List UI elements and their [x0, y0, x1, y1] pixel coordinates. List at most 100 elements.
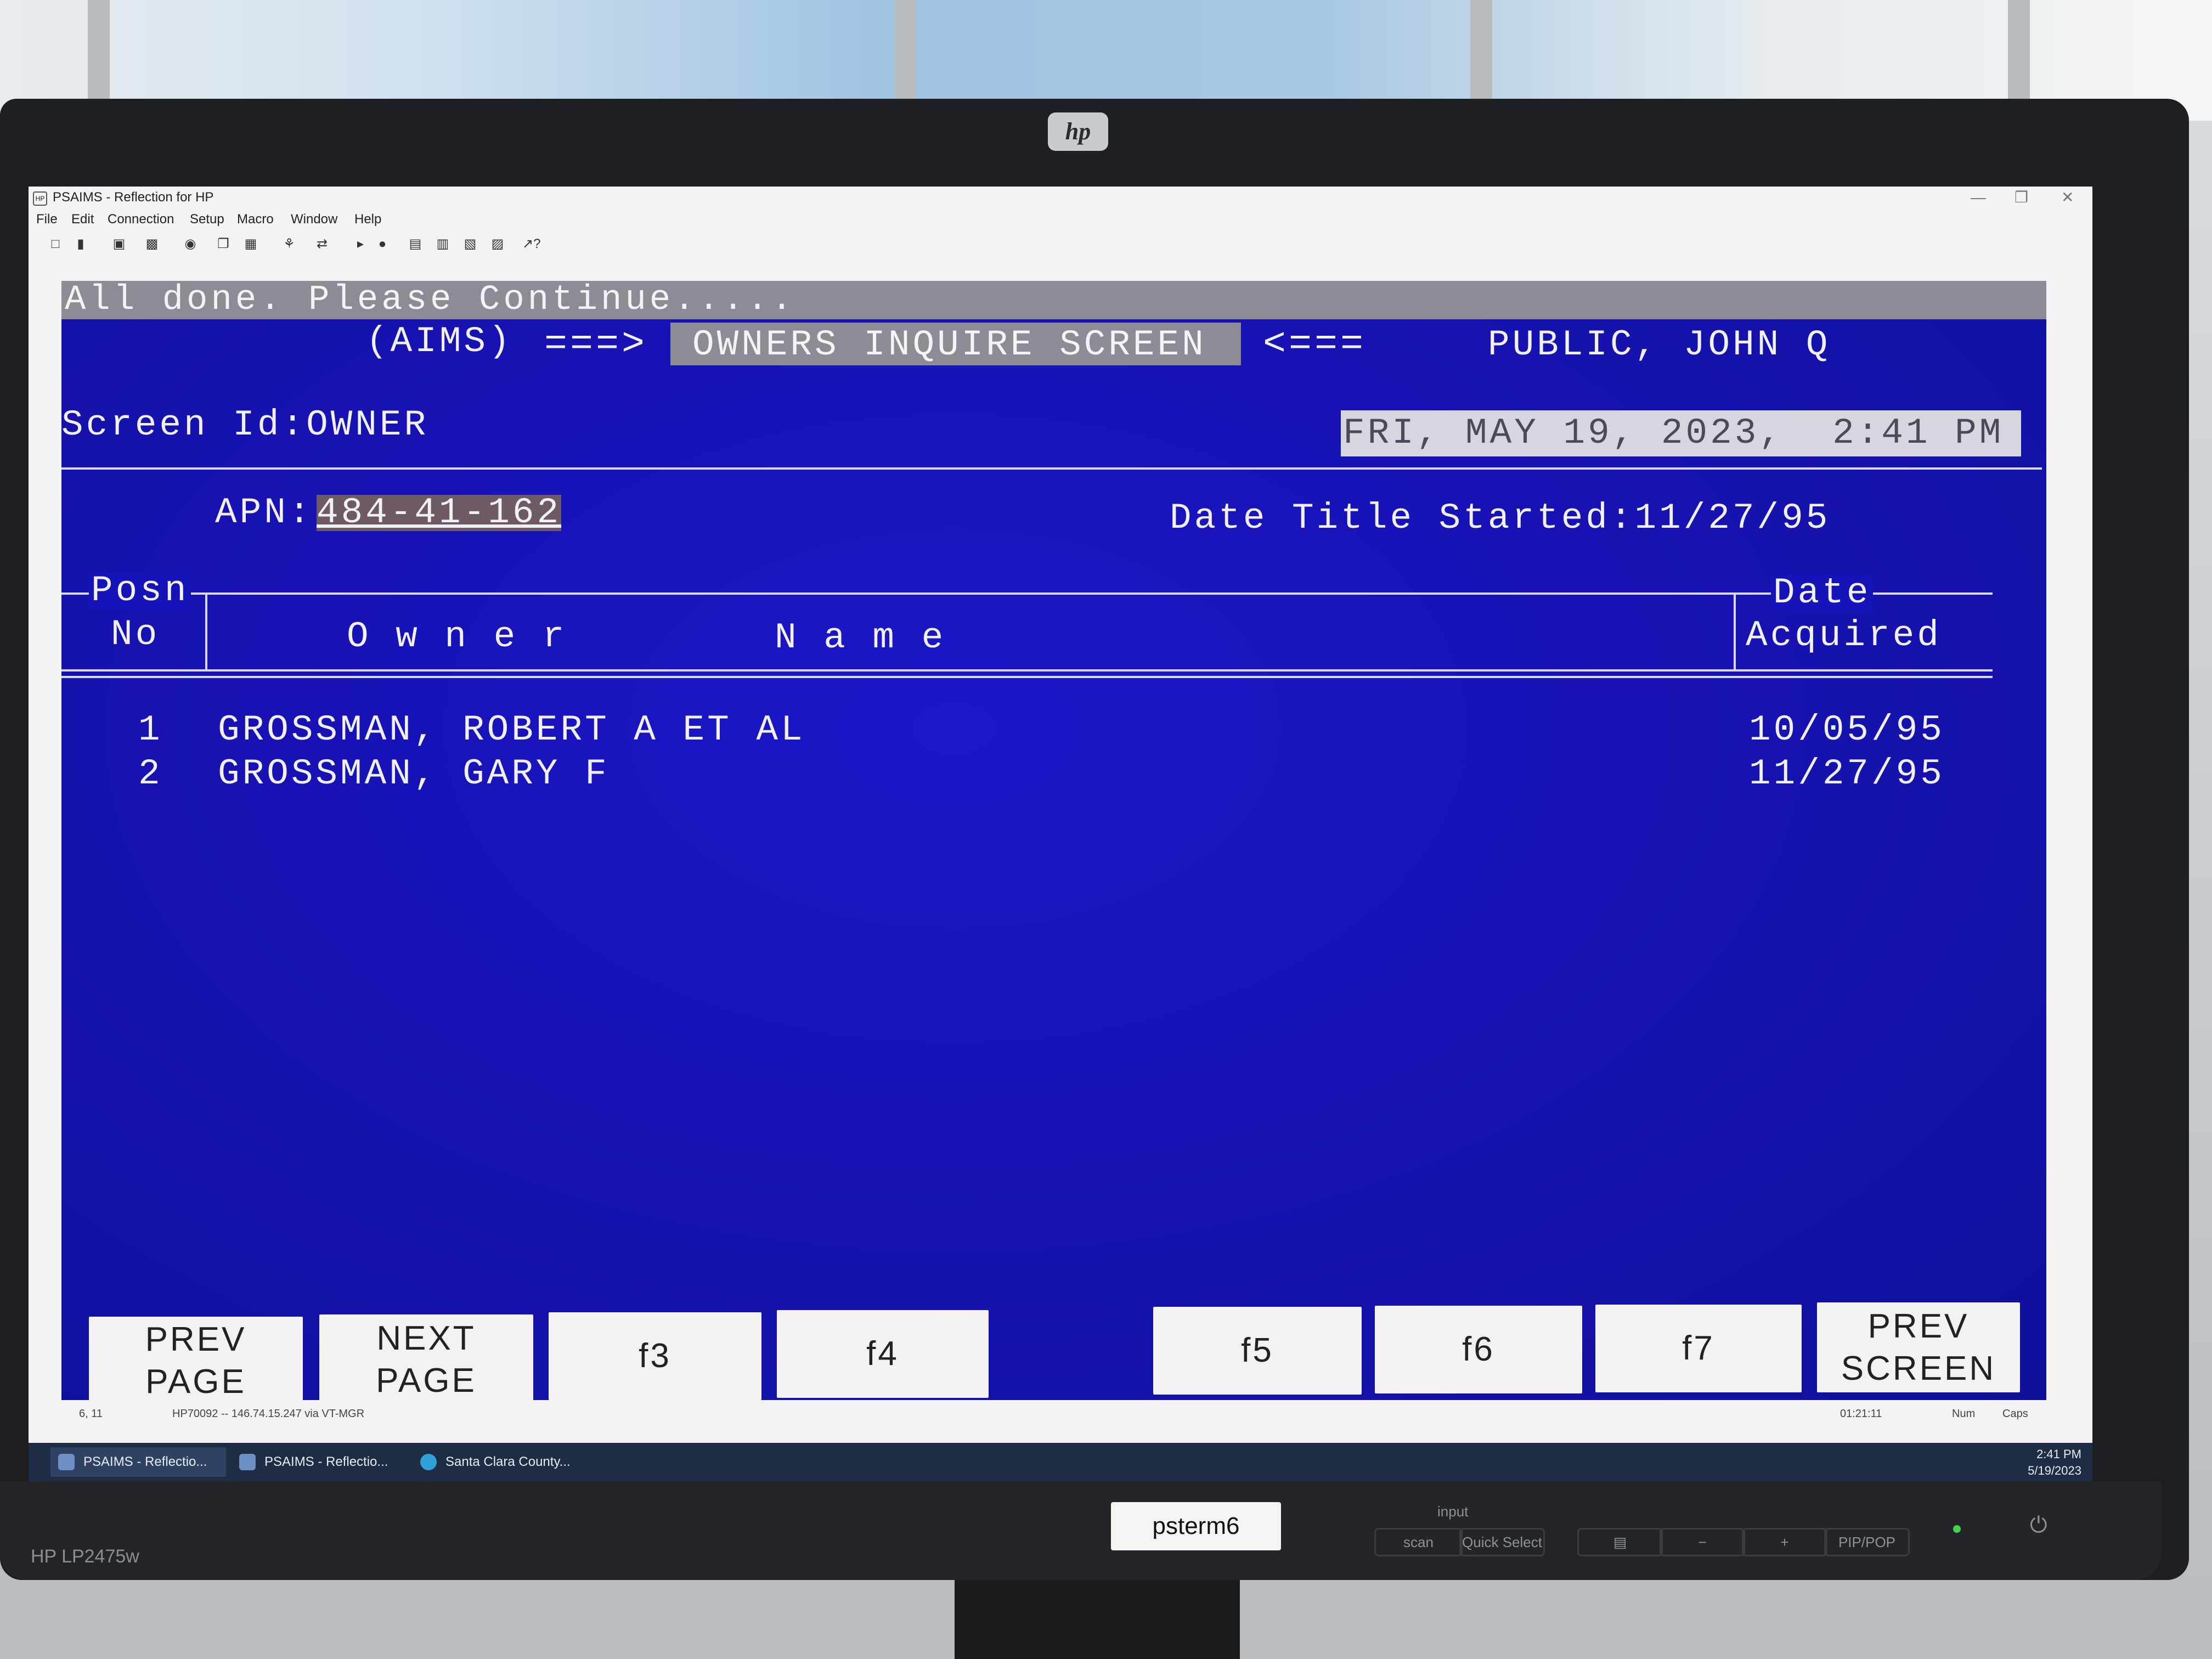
screen-id: Screen Id:OWNER — [61, 404, 429, 445]
cursor-position: 6, 11 — [79, 1408, 103, 1420]
current-datetime: FRI, MAY 19, 2023, 2:41 PM — [1341, 410, 2021, 456]
apn-label: APN: — [215, 492, 313, 533]
menu-file[interactable]: File — [36, 210, 58, 229]
reflection-app-icon — [239, 1454, 256, 1470]
edge-browser-icon — [420, 1454, 437, 1470]
column-header-name: N a m e — [775, 617, 946, 658]
osd-pip-button[interactable]: PIP/POP — [1824, 1528, 1910, 1556]
apn-field[interactable]: 484-41-162 — [317, 495, 562, 531]
monitor-stand — [955, 1580, 1240, 1659]
owner-name: GROSSMAN, GARY F — [218, 753, 610, 794]
row-number: 1 — [138, 709, 163, 751]
minimize-icon[interactable]: — — [1971, 187, 1986, 208]
f6-button[interactable]: f6 — [1375, 1306, 1582, 1393]
prev-page-button[interactable]: PREV PAGE — [89, 1317, 303, 1404]
power-icon[interactable]: ⏻ — [2030, 1513, 2047, 1538]
window-frame — [88, 0, 110, 110]
column-header-date: Date — [1771, 575, 1874, 611]
menu-bar: File Edit Connection Setup Macro Window … — [29, 210, 2092, 229]
column-divider — [1734, 592, 1736, 669]
osd-plus-button[interactable]: + — [1742, 1528, 1827, 1556]
toolbar: □ ▮ ▣ ▩ ◉ ❐ ▦ ⚘ ⇄ ▸ ● ▤ ▥ ▧ ▨ ↗? — [29, 232, 2092, 256]
osd-menu-button[interactable]: ▤ — [1577, 1528, 1663, 1556]
taskbar-clock[interactable]: 2:41 PM 5/19/2023 — [2028, 1446, 2081, 1479]
monitor-screen: HP PSAIMS - Reflection for HP — ❐ ✕ File… — [29, 187, 2092, 1481]
f7-button[interactable]: f7 — [1595, 1305, 1802, 1392]
osd-quick-select-button[interactable]: Quick Select — [1459, 1528, 1545, 1556]
prev-screen-button[interactable]: PREV SCREEN — [1817, 1302, 2020, 1392]
colors-icon[interactable]: ▨ — [489, 236, 506, 252]
window-title: PSAIMS - Reflection for HP — [53, 190, 214, 205]
clock-date: 5/19/2023 — [2028, 1464, 2081, 1477]
status-message-line: All done. Please Continue..... — [61, 281, 2046, 319]
osd-input-label: input — [1437, 1503, 1469, 1520]
connect-icon[interactable]: ⚘ — [281, 236, 297, 252]
owner-name: GROSSMAN, ROBERT A ET AL — [218, 709, 805, 751]
table-header-bottom-border — [61, 669, 1993, 672]
asset-tag-label: psterm6 — [1111, 1502, 1281, 1550]
table-header-bottom-border — [61, 676, 1993, 678]
new-icon[interactable]: □ — [47, 236, 64, 252]
column-divider — [205, 592, 207, 669]
session-timer: 01:21:11 — [1840, 1408, 1882, 1420]
divider — [61, 467, 2042, 470]
copy-icon[interactable]: ❐ — [215, 236, 232, 252]
play-macro-icon[interactable]: ▸ — [352, 236, 369, 252]
keyboard-icon[interactable]: ▥ — [435, 236, 451, 252]
close-icon[interactable]: ✕ — [2061, 187, 2074, 208]
user-name: PUBLIC, JOHN Q — [1488, 324, 1831, 365]
taskbar-item-edge[interactable]: Santa Clara County... — [413, 1447, 599, 1477]
next-page-button[interactable]: NEXT PAGE — [319, 1314, 533, 1404]
f5-button[interactable]: f5 — [1153, 1307, 1362, 1395]
taskbar-item-psaims-1[interactable]: PSAIMS - Reflectio... — [50, 1447, 226, 1477]
connection-info: HP70092 -- 146.74.15.247 via VT-MGR — [172, 1408, 365, 1420]
date-acquired: 10/05/95 — [1749, 709, 1945, 751]
osd-scan-button[interactable]: scan — [1374, 1528, 1463, 1556]
restore-icon[interactable]: ❐ — [2015, 187, 2028, 208]
terminal-screen[interactable]: All done. Please Continue..... (AIMS) ==… — [61, 281, 2046, 1404]
f3-button[interactable]: f3 — [549, 1312, 761, 1400]
screen-title: OWNERS INQUIRE SCREEN — [692, 324, 1206, 365]
print-icon[interactable]: ▩ — [144, 236, 160, 252]
taskbar-item-label: Santa Clara County... — [445, 1454, 571, 1469]
osd-minus-button[interactable]: − — [1660, 1528, 1745, 1556]
status-message: All done. Please Continue..... — [65, 280, 796, 320]
taskbar-item-psaims-2[interactable]: PSAIMS - Reflectio... — [232, 1447, 407, 1477]
menu-macro[interactable]: Macro — [237, 210, 274, 229]
window-frame — [894, 0, 916, 110]
date-acquired: 11/27/95 — [1749, 753, 1945, 794]
column-header-owner: O w n e r — [347, 616, 567, 657]
column-header-posn: Posn — [89, 573, 191, 609]
settings-icon[interactable]: ▤ — [407, 236, 424, 252]
window-frame — [2008, 0, 2030, 110]
taskbar: PSAIMS - Reflectio... PSAIMS - Reflectio… — [29, 1443, 2092, 1481]
taskbar-item-label: PSAIMS - Reflectio... — [264, 1454, 388, 1469]
f4-button[interactable]: f4 — [777, 1310, 989, 1398]
hp-logo: hp — [1048, 112, 1108, 151]
find-icon[interactable]: ◉ — [182, 236, 199, 252]
window-frame — [1470, 0, 1492, 110]
row-number: 2 — [138, 753, 163, 794]
taskbar-item-label: PSAIMS - Reflectio... — [83, 1454, 207, 1469]
record-macro-icon[interactable]: ● — [374, 236, 391, 252]
display-icon[interactable]: ▧ — [462, 236, 478, 252]
table-header-top-border — [61, 592, 1993, 595]
left-arrow-icon: <=== — [1263, 323, 1367, 366]
clock-time: 2:41 PM — [2036, 1447, 2081, 1461]
caps-lock-indicator: Caps — [2002, 1408, 2028, 1420]
transfer-icon[interactable]: ⇄ — [314, 236, 330, 252]
menu-help[interactable]: Help — [354, 210, 381, 229]
menu-edit[interactable]: Edit — [71, 210, 94, 229]
date-title-started: Date Title Started:11/27/95 — [1170, 498, 1831, 539]
power-led-icon — [1953, 1525, 1961, 1533]
title-bar: HP PSAIMS - Reflection for HP — ❐ ✕ — [29, 187, 2092, 208]
app-icon: HP — [33, 191, 47, 206]
menu-connection[interactable]: Connection — [108, 210, 174, 229]
reflection-app-icon — [58, 1454, 75, 1470]
save-icon[interactable]: ▣ — [111, 236, 127, 252]
menu-setup[interactable]: Setup — [190, 210, 224, 229]
context-help-icon[interactable]: ↗? — [522, 236, 540, 252]
paste-icon[interactable]: ▦ — [242, 236, 259, 252]
open-icon[interactable]: ▮ — [72, 236, 89, 252]
menu-window[interactable]: Window — [291, 210, 337, 229]
